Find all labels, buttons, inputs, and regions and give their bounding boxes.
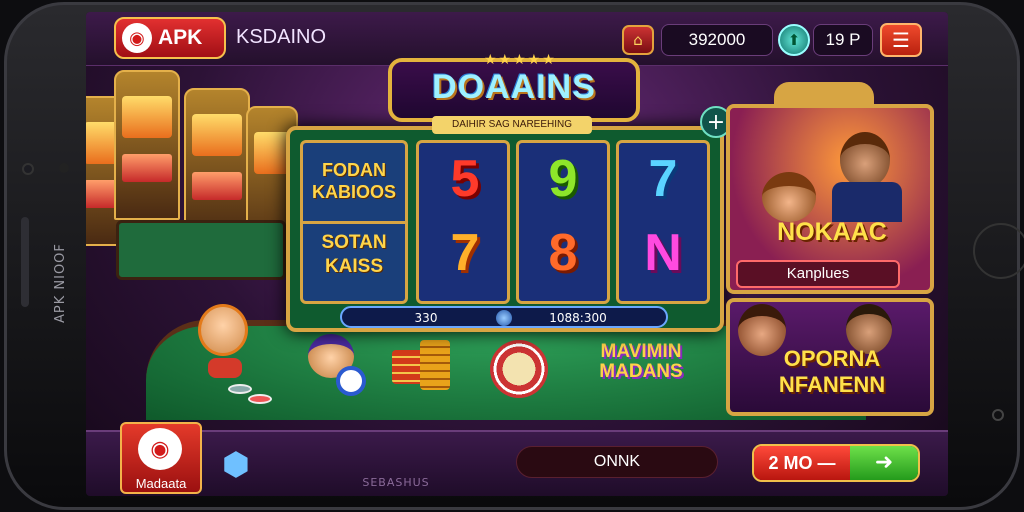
reel-3[interactable]: 7 N: [616, 140, 710, 304]
payline-left-value: 330: [414, 311, 438, 325]
stars-decoration: ★★★★★: [484, 52, 557, 68]
reel-symbol: 8: [548, 224, 578, 282]
bg-machine: [184, 88, 250, 238]
slot-reels[interactable]: 5 7 9 8 7 N: [416, 140, 710, 304]
character-girl: [198, 304, 248, 356]
payline-right-value: 1088:300: [549, 311, 607, 325]
poker-chip: [228, 384, 252, 394]
promo-title-oporna: OPORNA NFANENN: [778, 346, 886, 397]
menu-button[interactable]: ☰: [880, 23, 922, 57]
menu-icon: ☰: [892, 28, 910, 52]
home-icon: ⌂: [633, 31, 643, 49]
speaker-slot: [21, 217, 29, 307]
chip-stack: [420, 340, 450, 390]
apk-badge[interactable]: ◉ APK: [114, 17, 226, 59]
reel-1[interactable]: 5 7: [416, 140, 510, 304]
reel-symbol: 7: [648, 150, 678, 208]
gem-button[interactable]: ⬆: [778, 24, 810, 56]
promo-character-man: [840, 132, 890, 188]
slot-title: DOAAINS: [432, 68, 596, 106]
arrow-right-icon: ➜: [850, 446, 918, 480]
poker-chip: [336, 366, 366, 396]
slot-subtitle: DAIHIR SAG NAREEHING: [432, 116, 592, 134]
coin-balance: 392000: [661, 24, 773, 56]
gem-icon: [496, 310, 512, 326]
reel-symbol: 9: [548, 150, 578, 208]
poker-chip: [248, 394, 272, 404]
gem-icon: ⬆: [787, 31, 801, 49]
apk-logo-icon: ◉: [122, 23, 152, 53]
app-shortcut-icon: ◉: [138, 428, 182, 470]
promo-title-nokaac: NOKAAC: [777, 218, 887, 246]
reel-symbol: N: [644, 224, 682, 282]
cube-icon[interactable]: ⬢: [216, 444, 256, 484]
game-screen: ◉ APK KSDAINO ⌂ 392000 ⬆ 19 P ☰ MAVIMIN …: [86, 12, 948, 496]
slot-side-panel: FODAN KABIOOS SOTAN KAISS: [300, 140, 408, 304]
character-girl-body: [208, 358, 242, 378]
plus-icon: +: [706, 109, 726, 135]
background-table: [116, 220, 286, 280]
side-panel-divider: [303, 221, 405, 224]
mini-game-logo[interactable]: MAVIMIN MADANS: [586, 342, 696, 382]
bet-spin-button[interactable]: 2 MO — ➜: [752, 444, 920, 482]
reel-symbol: 7: [450, 224, 480, 282]
bottom-pill[interactable]: ONNK: [516, 446, 718, 478]
reel-symbol: 5: [450, 150, 480, 208]
device-home-button[interactable]: [973, 223, 1024, 279]
promo-character-woman: [762, 172, 816, 222]
bet-value: 2 MO —: [754, 446, 850, 480]
home-button[interactable]: ⌂: [622, 25, 654, 55]
app-shortcut-label: Madaata: [135, 476, 187, 491]
promo-character-suit: [832, 182, 902, 222]
promo-button-kanplues[interactable]: Kanplues: [736, 260, 900, 288]
front-camera: [22, 163, 34, 175]
bottom-center-label: SEBASHUS: [362, 476, 430, 489]
side-panel-top-label: FODAN KABIOOS: [311, 160, 396, 202]
sensor-dot: [59, 163, 69, 173]
device-side-label: APK NIOOF: [53, 243, 68, 323]
poker-chip-large: [490, 340, 548, 398]
apk-badge-label: APK: [158, 26, 203, 49]
brand-name: KSDAINO: [236, 26, 327, 48]
device-sensor: [992, 409, 1004, 421]
side-panel-bottom-label: SOTAN KAISS: [321, 232, 387, 277]
bg-machine: [114, 70, 180, 220]
reel-2[interactable]: 9 8: [516, 140, 610, 304]
level-indicator: 19 P: [813, 24, 873, 56]
